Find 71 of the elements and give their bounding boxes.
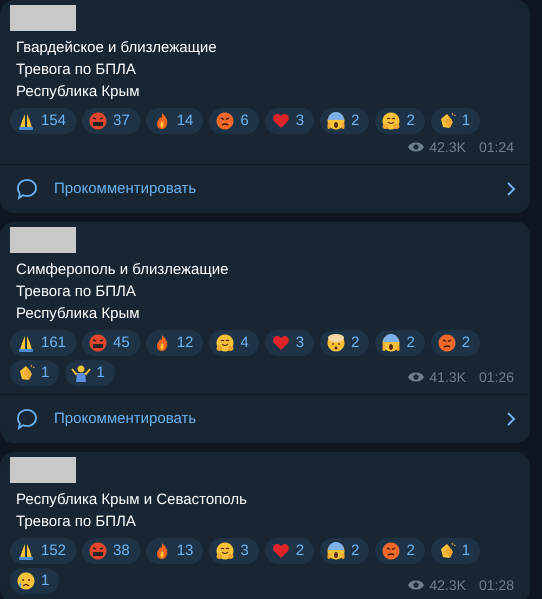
eye-icon <box>407 141 426 153</box>
redacted-block <box>10 457 76 483</box>
eye-icon <box>407 579 426 591</box>
heart-emoji-icon <box>270 111 291 131</box>
cursing-emoji-icon <box>88 111 108 131</box>
reaction-button[interactable]: 2 <box>320 108 370 134</box>
message-text: Гвардейское и близлежащие <box>15 38 218 58</box>
angry-emoji-icon <box>215 111 236 131</box>
message-time: 01:26 <box>478 368 514 386</box>
exploding-emoji-icon <box>326 333 346 353</box>
comment-button[interactable]: Прокомментировать <box>0 165 530 213</box>
hug-emoji-icon <box>215 333 236 353</box>
view-count: 41.3K <box>429 368 466 386</box>
cursing-emoji-icon <box>88 541 108 561</box>
message-time: 01:28 <box>478 576 514 594</box>
scream-emoji-icon <box>381 333 402 353</box>
redacted-block <box>10 227 76 253</box>
heart-emoji-icon <box>270 541 291 561</box>
scream-emoji-icon <box>326 541 346 561</box>
comment-bubble-icon <box>15 177 39 201</box>
redacted-block <box>10 5 76 31</box>
reaction-button[interactable]: 12 <box>146 330 204 356</box>
scream-emoji-icon <box>326 111 346 131</box>
message-text: Тревога по БПЛА <box>15 60 137 80</box>
reaction-button[interactable]: 1 <box>65 360 115 386</box>
crying-emoji-icon <box>16 571 36 591</box>
angry-emoji-icon <box>436 333 457 353</box>
reaction-button[interactable]: 3 <box>209 538 259 564</box>
reaction-button[interactable]: 3 <box>264 330 314 356</box>
view-count: 42.3K <box>429 138 466 156</box>
reaction-button[interactable]: 38 <box>82 538 140 564</box>
chevron-right-icon <box>506 181 516 197</box>
reaction-button[interactable]: 37 <box>82 108 140 134</box>
reaction-button[interactable]: 1 <box>10 360 60 386</box>
reaction-button[interactable]: 1 <box>430 538 480 564</box>
message-text: Симферополь и близлежащие <box>15 260 230 280</box>
hug-emoji-icon <box>381 111 402 131</box>
message-text: Тревога по БПЛА <box>15 282 137 302</box>
reaction-button[interactable]: 45 <box>82 330 140 356</box>
message-time: 01:24 <box>478 138 514 156</box>
message-text: Тревога по БПЛА <box>15 512 137 532</box>
reaction-button[interactable]: 3 <box>264 108 314 134</box>
angry-emoji-icon <box>381 541 402 561</box>
reaction-button[interactable]: 154 <box>10 108 76 134</box>
reaction-button[interactable]: 6 <box>209 108 259 134</box>
reaction-button[interactable]: 2 <box>320 330 370 356</box>
reaction-button[interactable]: 2 <box>375 538 425 564</box>
reaction-button[interactable]: 2 <box>320 538 370 564</box>
reaction-button[interactable]: 2 <box>375 330 425 356</box>
chevron-right-icon <box>506 411 516 427</box>
heart-emoji-icon <box>270 333 291 353</box>
reaction-button[interactable]: 2 <box>430 330 480 356</box>
reaction-button[interactable]: 14 <box>146 108 204 134</box>
message-text: Республика Крым <box>15 304 141 324</box>
reaction-button[interactable]: 1 <box>430 108 480 134</box>
hug-emoji-icon <box>215 541 236 561</box>
shrug-emoji-icon <box>71 363 92 383</box>
view-count: 42.3K <box>429 576 466 594</box>
reaction-button[interactable]: 161 <box>10 330 76 356</box>
eye-icon <box>407 371 426 383</box>
comment-bubble-icon <box>15 407 39 431</box>
reaction-button[interactable]: 1 <box>10 568 60 594</box>
reaction-button[interactable]: 152 <box>10 538 76 564</box>
comment-button[interactable]: Прокомментировать <box>0 395 530 443</box>
reaction-button[interactable]: 2 <box>264 538 314 564</box>
reaction-button[interactable]: 4 <box>209 330 259 356</box>
reaction-button[interactable]: 2 <box>375 108 425 134</box>
message-text: Республика Крым <box>15 82 141 102</box>
message-text: Республика Крым и Севастополь <box>15 490 248 510</box>
cursing-emoji-icon <box>88 333 108 353</box>
reaction-button[interactable]: 13 <box>146 538 204 564</box>
